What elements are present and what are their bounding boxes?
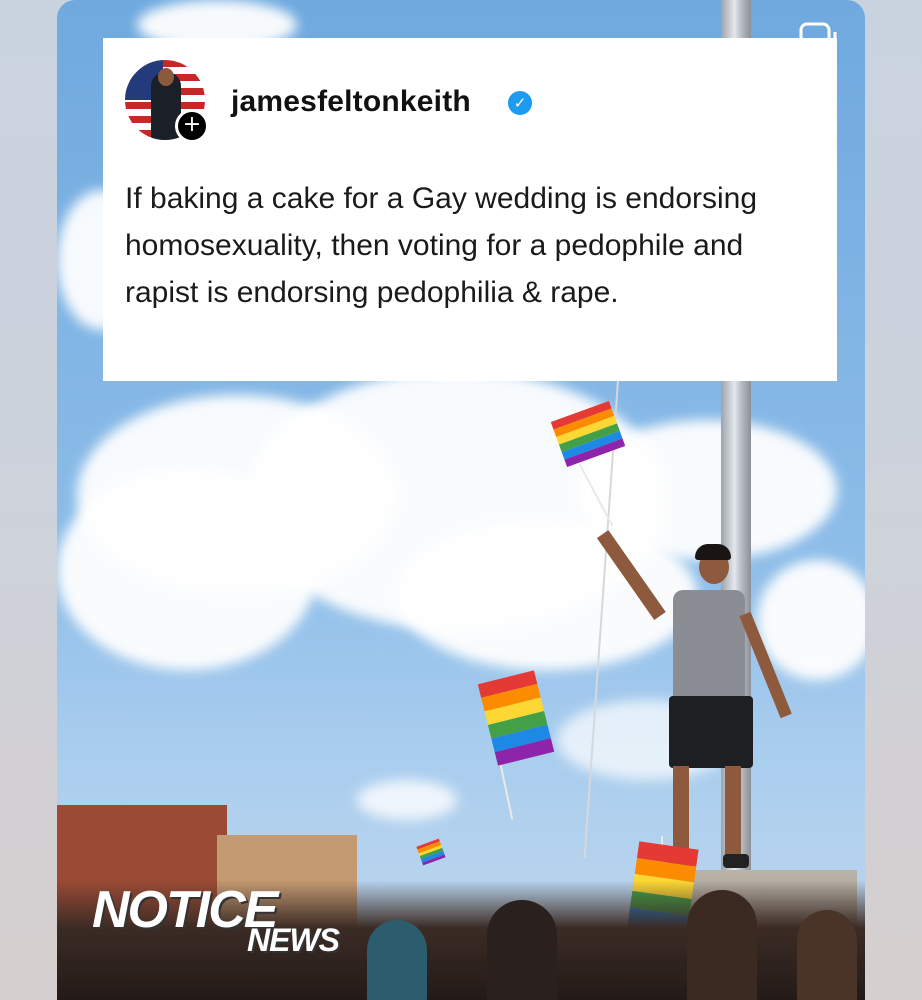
username[interactable]: jamesfeltonkeith [231, 85, 471, 119]
crowd-person [487, 900, 557, 1000]
plus-icon[interactable]: + [175, 109, 209, 143]
notice-news-watermark: NOTICE NEWS [92, 880, 352, 960]
crowd-person [367, 920, 427, 1000]
verified-check-icon: ✓ [508, 91, 532, 115]
flag-stick [498, 760, 514, 820]
watermark-line2: NEWS [247, 922, 340, 958]
post-text: If baking a cake for a Gay wedding is en… [125, 182, 758, 309]
cloud [57, 470, 317, 670]
rainbow-flag [416, 838, 446, 866]
crowd-person [687, 890, 757, 1000]
cloud [357, 780, 457, 820]
standing-person [596, 530, 795, 880]
post-card[interactable]: + jamesfeltonkeith ✓ If baking a cake fo… [103, 38, 837, 381]
crowd-person [797, 910, 857, 1000]
rainbow-flag [477, 670, 555, 766]
